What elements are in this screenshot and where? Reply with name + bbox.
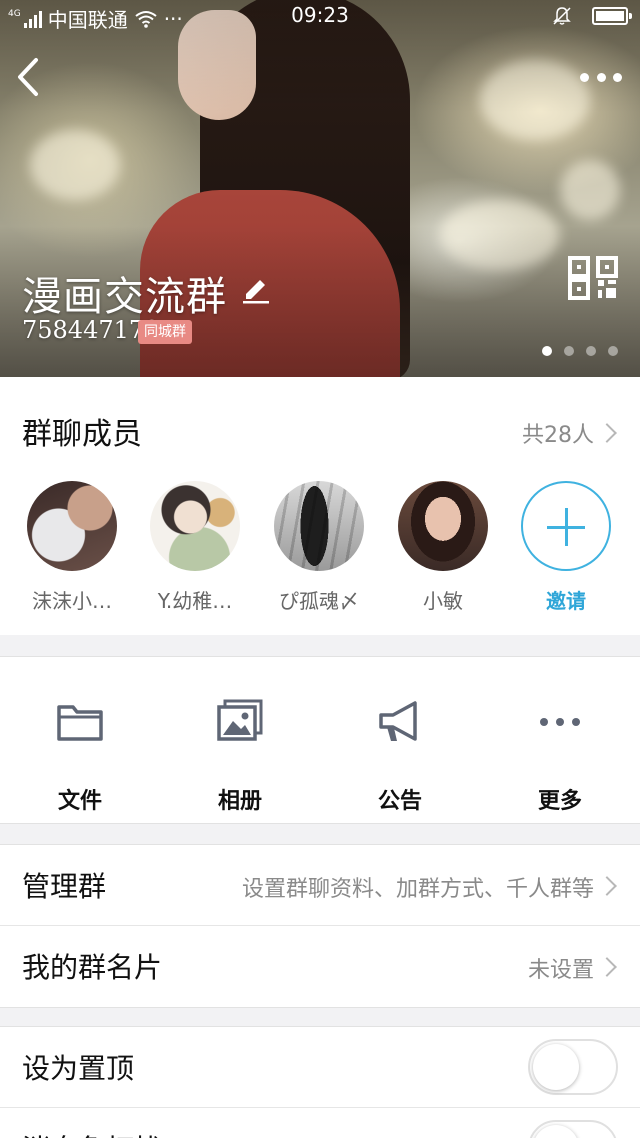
status-bar: 4G 中国联通 ··· 09:23 — [0, 0, 640, 32]
members-title: 群聊成员 — [22, 417, 142, 452]
action-album[interactable]: 相册 — [180, 697, 300, 815]
dot — [596, 72, 606, 82]
invite-label: 邀请 — [546, 589, 586, 613]
row-value: 未设置 — [527, 958, 594, 983]
action-files[interactable]: 文件 — [20, 697, 140, 815]
action-label: 文件 — [57, 789, 102, 814]
more-dots-icon — [540, 718, 580, 726]
group-settings-list: 管理群 设置群聊资料、加群方式、千人群等 我的群名片 未设置 — [0, 844, 640, 1008]
row-my-group-card[interactable]: 我的群名片 未设置 — [0, 926, 640, 1007]
action-announcement[interactable]: 公告 — [340, 697, 460, 815]
chevron-right-icon[interactable] — [597, 423, 617, 443]
member-item[interactable]: 小敏 — [388, 481, 498, 614]
group-title: 漫画交流群 — [22, 274, 227, 320]
back-arrow-icon[interactable] — [12, 52, 52, 102]
member-name: Y.幼稚… — [157, 589, 233, 613]
row-label: 设为置顶 — [22, 1052, 135, 1085]
members-count[interactable]: 共28人 — [522, 417, 594, 449]
megaphone-icon — [379, 701, 417, 741]
album-icon — [217, 699, 263, 741]
member-name: ぴ孤魂〆 — [279, 589, 359, 613]
carousel-dot — [586, 346, 596, 356]
row-pin-to-top: 设为置顶 — [0, 1027, 640, 1108]
pin-toggle[interactable] — [528, 1039, 618, 1095]
row-value: 设置群聊资料、加群方式、千人群等 — [241, 877, 594, 902]
member-avatar[interactable] — [27, 481, 117, 571]
folder-icon — [57, 705, 103, 741]
member-avatar[interactable] — [150, 481, 240, 571]
row-label: 管理群 — [22, 870, 107, 903]
carousel-page-indicator — [542, 346, 618, 356]
chevron-right-icon — [597, 957, 617, 977]
bell-muted-icon — [553, 7, 571, 25]
carousel-dot — [608, 346, 618, 356]
status-time: 09:23 — [291, 3, 349, 27]
row-label: 我的群名片 — [22, 951, 163, 984]
dot — [580, 72, 589, 82]
member-item[interactable]: ぴ孤魂〆 — [264, 481, 374, 614]
edit-pencil-icon[interactable] — [240, 272, 272, 304]
carousel-dot-active — [542, 346, 552, 356]
members-section: 群聊成员 共28人 沫沫小… Y.幼稚… ぴ孤魂〆 小敏 邀请 — [0, 377, 640, 635]
member-item[interactable]: Y.幼稚… — [140, 481, 250, 614]
member-name: 沫沫小… — [32, 589, 112, 613]
status-right — [552, 6, 632, 26]
member-avatar[interactable] — [398, 481, 488, 571]
action-more[interactable]: 更多 — [500, 697, 620, 815]
plus-icon[interactable] — [521, 481, 611, 571]
chat-preferences-list: 设为置顶 消息免打扰 — [0, 1026, 640, 1138]
group-cover-image[interactable]: 4G 中国联通 ··· 09:23 漫画交流群 758447178 同城群 — [0, 0, 640, 377]
battery-icon — [592, 7, 632, 25]
chevron-right-icon — [597, 876, 617, 896]
dot — [613, 72, 622, 82]
city-group-badge: 同城群 — [138, 320, 192, 344]
action-label: 相册 — [217, 789, 262, 814]
member-item[interactable]: 沫沫小… — [17, 481, 127, 614]
more-options-button[interactable] — [576, 62, 626, 92]
member-name: 小敏 — [423, 589, 463, 613]
row-manage-group[interactable]: 管理群 设置群聊资料、加群方式、千人群等 — [0, 845, 640, 926]
action-label: 公告 — [377, 789, 422, 814]
row-label: 消息免打扰 — [22, 1128, 162, 1138]
action-label: 更多 — [537, 789, 582, 814]
dnd-toggle[interactable] — [528, 1120, 618, 1138]
qr-code-icon[interactable] — [568, 256, 620, 300]
group-actions-grid: 文件 相册 公告 更多 — [0, 656, 640, 824]
member-avatar[interactable] — [274, 481, 364, 571]
carousel-dot — [564, 346, 574, 356]
row-do-not-disturb: 消息免打扰 — [0, 1108, 640, 1138]
invite-member-button[interactable]: 邀请 — [511, 481, 621, 614]
